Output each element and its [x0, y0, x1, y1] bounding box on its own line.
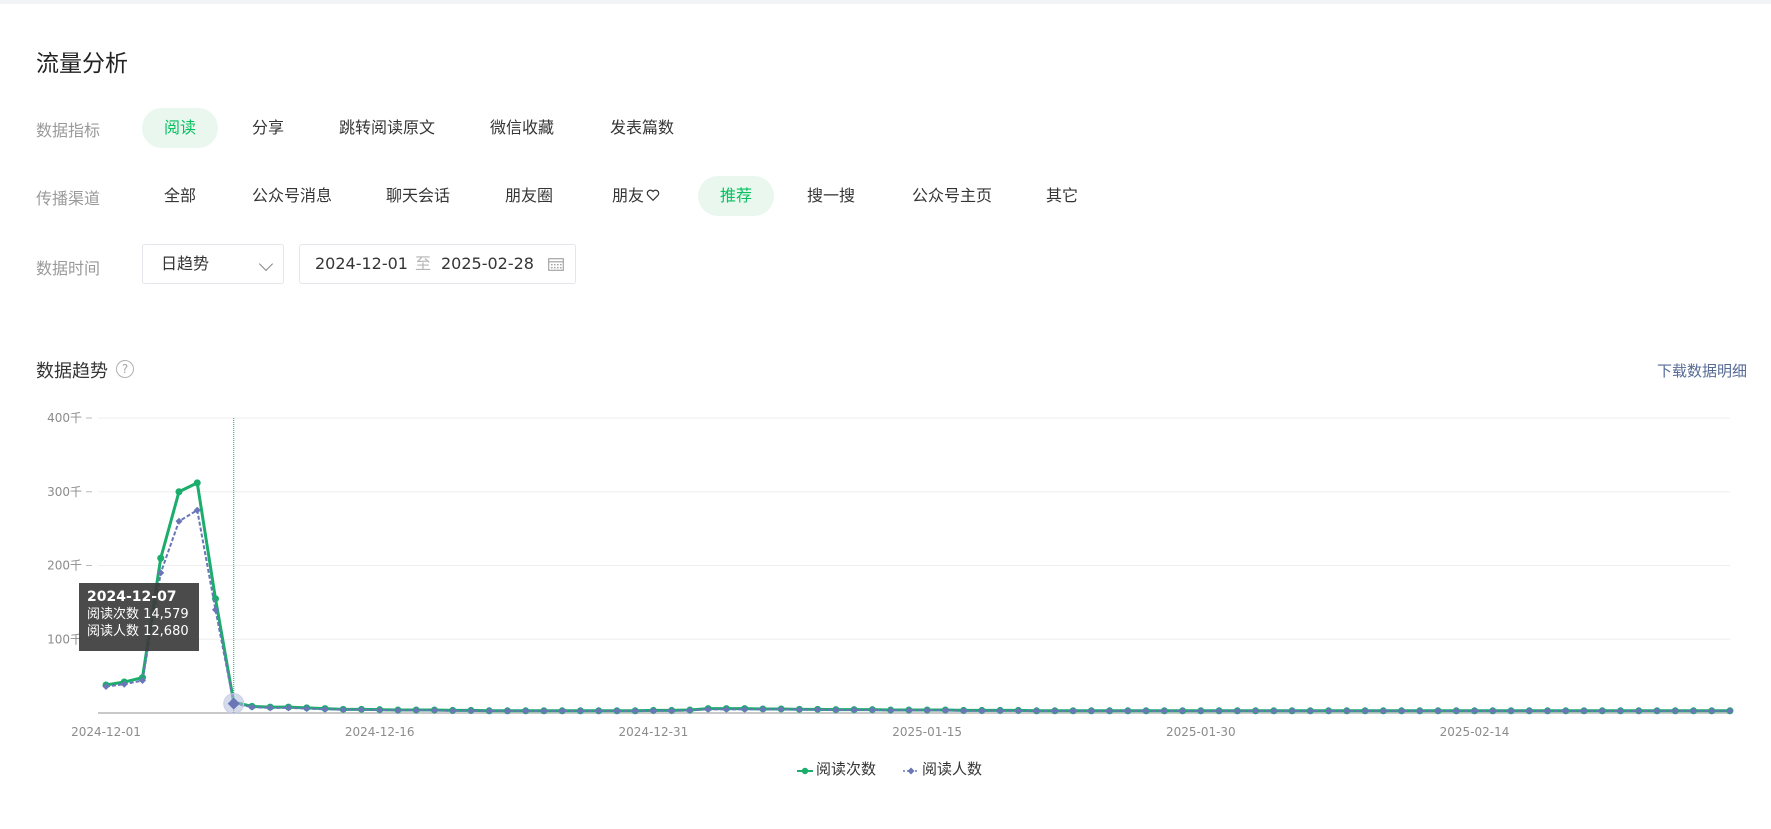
metric-tab-published-count[interactable]: 发表篇数 [600, 108, 684, 148]
heart-icon [646, 189, 660, 202]
chart-tooltip: 2024-12-07 阅读次数 14,579 阅读人数 12,680 [79, 583, 199, 651]
y-tick-label: 400千 [47, 411, 82, 425]
legend-marker-diamond-icon [903, 767, 919, 775]
channel-tab-official-homepage[interactable]: 公众号主页 [905, 176, 999, 216]
channel-tab-moments[interactable]: 朋友圈 [498, 176, 560, 216]
date-end[interactable]: 2025-02-28 [441, 245, 534, 283]
channel-tab-search[interactable]: 搜一搜 [800, 176, 862, 216]
x-tick-label: 2025-01-15 [892, 725, 962, 739]
tooltip-reader-count: 阅读人数 12,680 [87, 624, 189, 639]
legend-item-read-count[interactable]: 阅读次数 [797, 758, 876, 779]
point-read-count [175, 488, 183, 496]
y-tick-label: 100千 [47, 632, 82, 646]
y-tick-label: 200千 [47, 559, 82, 573]
granularity-select[interactable]: 日趋势 [142, 244, 284, 284]
legend-item-reader-count[interactable]: 阅读人数 [903, 758, 982, 779]
calendar-icon [548, 258, 564, 271]
metric-tab-read[interactable]: 阅读 [142, 108, 218, 148]
channel-tab-all[interactable]: 全部 [152, 176, 208, 216]
channel-tab-recommend[interactable]: 推荐 [698, 176, 774, 216]
legend-label-read-count: 阅读次数 [816, 760, 877, 778]
time-label: 数据时间 [36, 259, 101, 278]
trend-chart: 400千 300千 200千 100千 2024-12-01 2024-12-16 2024… [47, 411, 1734, 739]
channel-tab-official-message[interactable]: 公众号消息 [245, 176, 339, 216]
page-title: 流量分析 [36, 51, 128, 77]
x-tick-label: 2024-12-16 [345, 725, 415, 739]
x-tick-label: 2024-12-01 [71, 725, 141, 739]
chevron-down-icon [258, 256, 274, 272]
channel-tab-friends[interactable]: 朋友 [605, 176, 667, 216]
x-tick-label: 2025-02-14 [1440, 725, 1510, 739]
metric-tab-share[interactable]: 分享 [240, 108, 296, 148]
point-read-count [157, 554, 165, 562]
metric-label: 数据指标 [36, 121, 101, 140]
trend-title: 数据趋势 [36, 361, 108, 382]
y-tick-label: 300千 [47, 485, 82, 499]
date-start[interactable]: 2024-12-01 [315, 245, 408, 283]
x-tick-label: 2024-12-31 [619, 725, 689, 739]
metric-tab-jump-original[interactable]: 跳转阅读原文 [330, 108, 444, 148]
x-tick-label: 2025-01-30 [1166, 725, 1236, 739]
channel-label: 传播渠道 [36, 189, 101, 208]
metric-tab-wechat-favorite[interactable]: 微信收藏 [478, 108, 566, 148]
tooltip-read-count: 阅读次数 14,579 [87, 607, 189, 622]
legend-label-reader-count: 阅读人数 [922, 760, 983, 778]
date-separator: 至 [415, 254, 432, 273]
series-line-read-count [105, 481, 1730, 713]
legend-marker-circle-icon [797, 767, 813, 775]
top-strip [0, 0, 1771, 4]
series-line-reader-count [105, 508, 1730, 712]
download-data-link[interactable]: 下载数据明细 [1657, 360, 1747, 381]
question-circle-icon[interactable]: ? [116, 360, 134, 378]
channel-tab-other[interactable]: 其它 [1040, 176, 1084, 216]
channel-tab-friends-label: 朋友 [611, 186, 644, 205]
point-read-count [193, 479, 201, 487]
date-range-picker[interactable]: 2024-12-01 至 2025-02-28 [299, 244, 576, 284]
granularity-value: 日趋势 [161, 254, 210, 273]
channel-tab-chat[interactable]: 聊天会话 [380, 176, 456, 216]
tooltip-date: 2024-12-07 [87, 589, 177, 605]
